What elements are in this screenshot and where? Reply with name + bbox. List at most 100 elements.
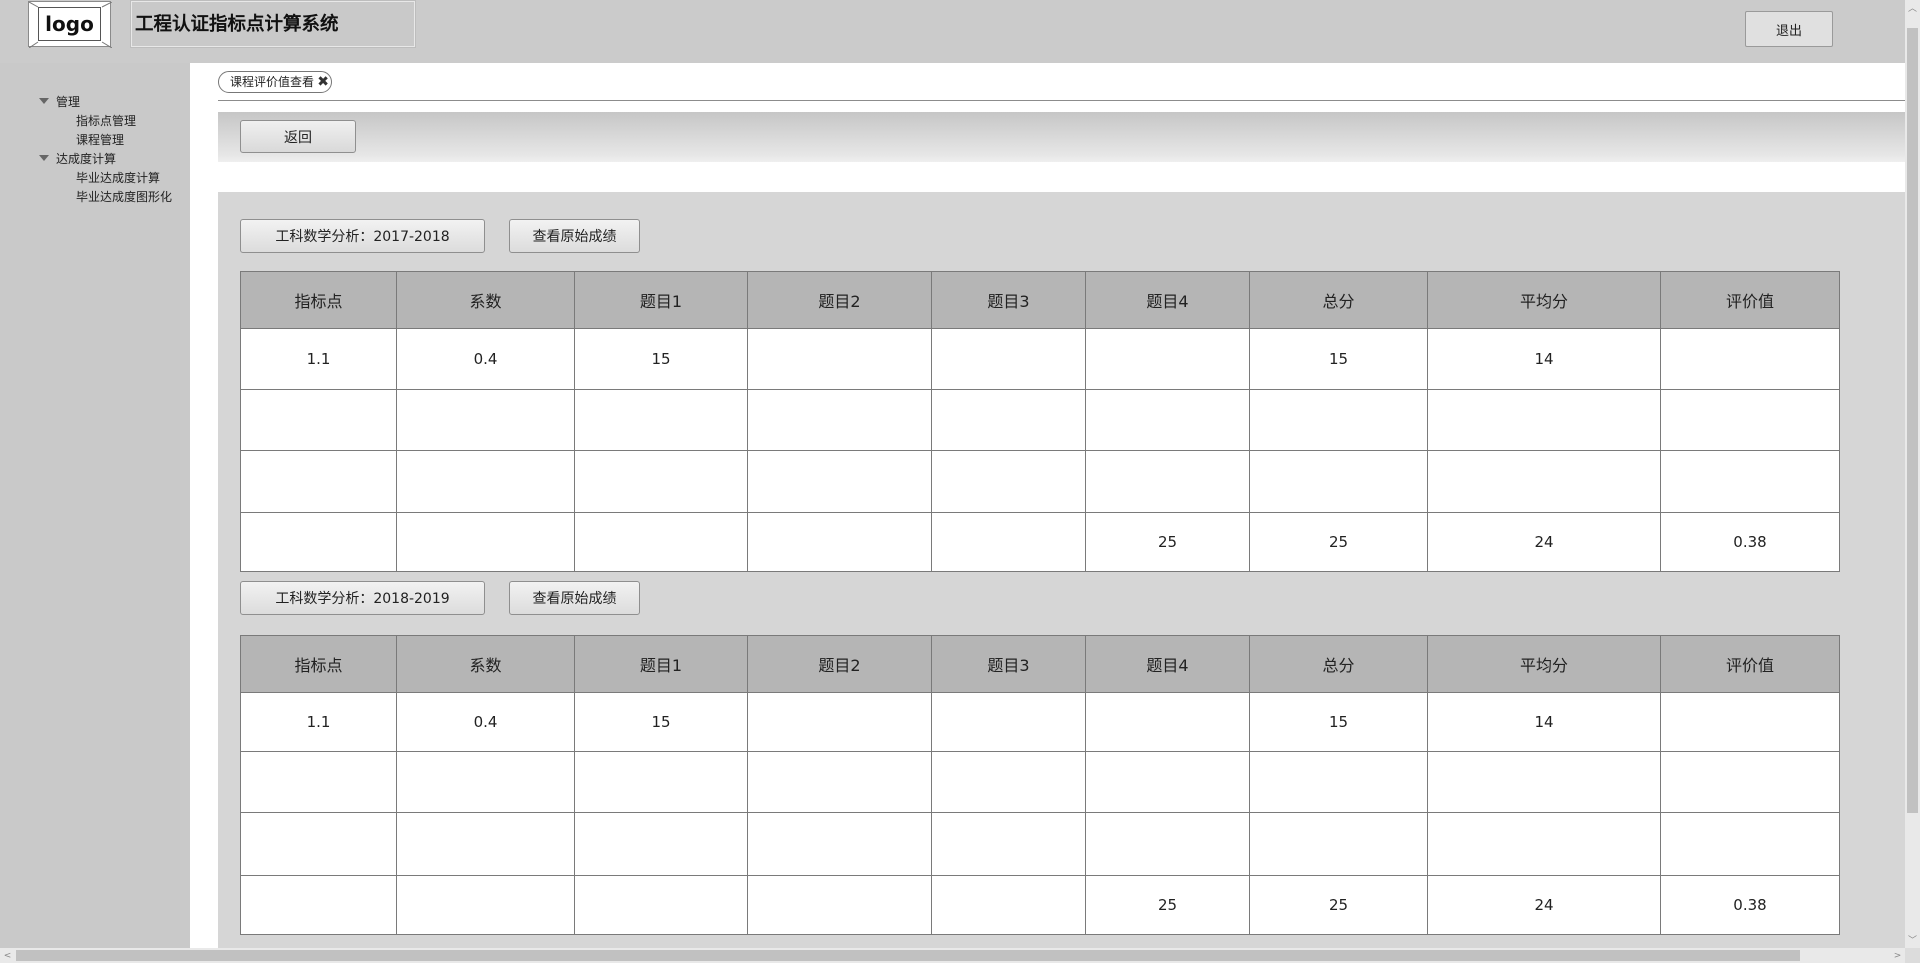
table-cell	[1660, 812, 1840, 876]
sidebar-item-indicator-management[interactable]: 指标点管理	[76, 112, 136, 129]
column-header: 系数	[396, 635, 575, 693]
table-cell: 1.1	[240, 328, 397, 390]
table-cell	[396, 751, 575, 813]
sidebar-group-manage[interactable]: 管理	[56, 93, 80, 110]
chevron-down-icon[interactable]	[39, 98, 49, 104]
tab-bar: 课程评价值查看 ✖	[218, 63, 1905, 101]
table-cell	[1427, 389, 1661, 451]
table-cell	[240, 751, 397, 813]
logo-text: logo	[38, 7, 101, 41]
table-cell	[574, 812, 748, 876]
table-cell: 24	[1427, 875, 1661, 935]
table-cell: 0.38	[1660, 875, 1840, 935]
table-cell	[747, 875, 932, 935]
column-header: 题目1	[574, 635, 748, 693]
table-cell	[747, 751, 932, 813]
view-raw-scores-button[interactable]: 查看原始成绩	[509, 581, 640, 615]
tab-course-evaluation[interactable]: 课程评价值查看 ✖	[218, 71, 332, 93]
sidebar-item-graduation-calc[interactable]: 毕业达成度计算	[76, 169, 160, 186]
evaluation-table: 指标点 系数 题目1 题目2 题目3 题目4 总分 平均分 评价值 1.1 0.…	[240, 635, 1840, 935]
logout-button[interactable]: 退出	[1745, 11, 1833, 47]
table-row	[240, 389, 1840, 451]
column-header: 指标点	[240, 635, 397, 693]
table-cell: 0.38	[1660, 512, 1840, 572]
table-cell: 25	[1249, 875, 1428, 935]
table-cell: 14	[1427, 328, 1661, 390]
table-row: 1.1 0.4 15 15 14	[240, 328, 1840, 390]
table-row	[240, 450, 1840, 513]
column-header: 题目3	[931, 271, 1086, 329]
table-cell	[747, 692, 932, 752]
table-cell	[1249, 751, 1428, 813]
scroll-up-icon[interactable]: ︿	[1905, 0, 1920, 14]
logo: logo	[28, 1, 112, 48]
table-cell	[240, 875, 397, 935]
app-header: logo 工程认证指标点计算系统 退出	[0, 0, 1905, 63]
vertical-scroll-thumb[interactable]	[1907, 28, 1918, 813]
course-label-button[interactable]: 工科数学分析：2017-2018	[240, 219, 485, 253]
column-header: 总分	[1249, 271, 1428, 329]
table-cell	[1427, 751, 1661, 813]
column-header: 题目4	[1085, 635, 1250, 693]
sidebar-group-achievement[interactable]: 达成度计算	[56, 150, 116, 167]
column-header: 题目1	[574, 271, 748, 329]
vertical-scrollbar[interactable]: ︿ ﹀	[1905, 0, 1920, 948]
column-header: 指标点	[240, 271, 397, 329]
table-cell: 0.4	[396, 692, 575, 752]
table-cell: 15	[1249, 328, 1428, 390]
scroll-right-icon[interactable]: >	[1890, 948, 1905, 963]
table-cell: 14	[1427, 692, 1661, 752]
table-cell: 24	[1427, 512, 1661, 572]
table-row	[240, 812, 1840, 876]
table-cell	[396, 512, 575, 572]
table-cell	[1249, 450, 1428, 513]
back-button[interactable]: 返回	[240, 120, 356, 153]
horizontal-scroll-thumb[interactable]	[16, 950, 1800, 961]
table-cell	[1660, 328, 1840, 390]
table-cell	[1085, 692, 1250, 752]
table-cell	[240, 812, 397, 876]
table-cell	[747, 512, 932, 572]
table-cell	[747, 328, 932, 390]
column-header: 题目2	[747, 271, 932, 329]
table-cell	[1249, 812, 1428, 876]
main-panel: 课程评价值查看 ✖ 返回 工科数学分析：2017-2018 查看原始成绩 指标点…	[190, 63, 1905, 948]
close-icon[interactable]: ✖	[317, 73, 329, 91]
table-cell	[1660, 389, 1840, 451]
table-cell	[240, 450, 397, 513]
scroll-down-icon[interactable]: ﹀	[1905, 932, 1920, 946]
table-cell	[574, 751, 748, 813]
table-header-row: 指标点 系数 题目1 题目2 题目3 题目4 总分 平均分 评价值	[240, 271, 1840, 329]
table-cell	[1427, 812, 1661, 876]
tab-label: 课程评价值查看	[230, 75, 315, 89]
table-cell: 25	[1085, 875, 1250, 935]
table-cell	[931, 751, 1086, 813]
table-cell	[1085, 812, 1250, 876]
table-cell: 25	[1085, 512, 1250, 572]
table-row: 25 25 24 0.38	[240, 875, 1840, 935]
table-header-row: 指标点 系数 题目1 题目2 题目3 题目4 总分 平均分 评价值	[240, 635, 1840, 693]
scrollbar-corner	[1905, 948, 1920, 963]
table-cell	[1085, 450, 1250, 513]
chevron-down-icon[interactable]	[39, 155, 49, 161]
scroll-left-icon[interactable]: <	[0, 948, 15, 963]
table-cell	[396, 450, 575, 513]
column-header: 评价值	[1660, 271, 1840, 329]
table-cell	[1660, 692, 1840, 752]
column-header: 平均分	[1427, 271, 1661, 329]
table-cell	[240, 389, 397, 451]
table-cell	[747, 389, 932, 451]
sidebar-nav-tree: 管理 指标点管理 课程管理 达成度计算 毕业达成度计算 毕业达成度图形化	[0, 63, 190, 948]
table-cell	[396, 875, 575, 935]
sidebar-item-course-management[interactable]: 课程管理	[76, 131, 124, 148]
sidebar-item-graduation-chart[interactable]: 毕业达成度图形化	[76, 188, 172, 205]
table-cell	[931, 328, 1086, 390]
table-cell	[1249, 389, 1428, 451]
course-label-button[interactable]: 工科数学分析：2018-2019	[240, 581, 485, 615]
horizontal-scrollbar[interactable]: < >	[0, 948, 1905, 963]
content-area: 工科数学分析：2017-2018 查看原始成绩 指标点 系数 题目1 题目2 题…	[218, 192, 1905, 948]
table-cell	[931, 812, 1086, 876]
table-cell	[1660, 450, 1840, 513]
table-cell	[240, 512, 397, 572]
view-raw-scores-button[interactable]: 查看原始成绩	[509, 219, 640, 253]
